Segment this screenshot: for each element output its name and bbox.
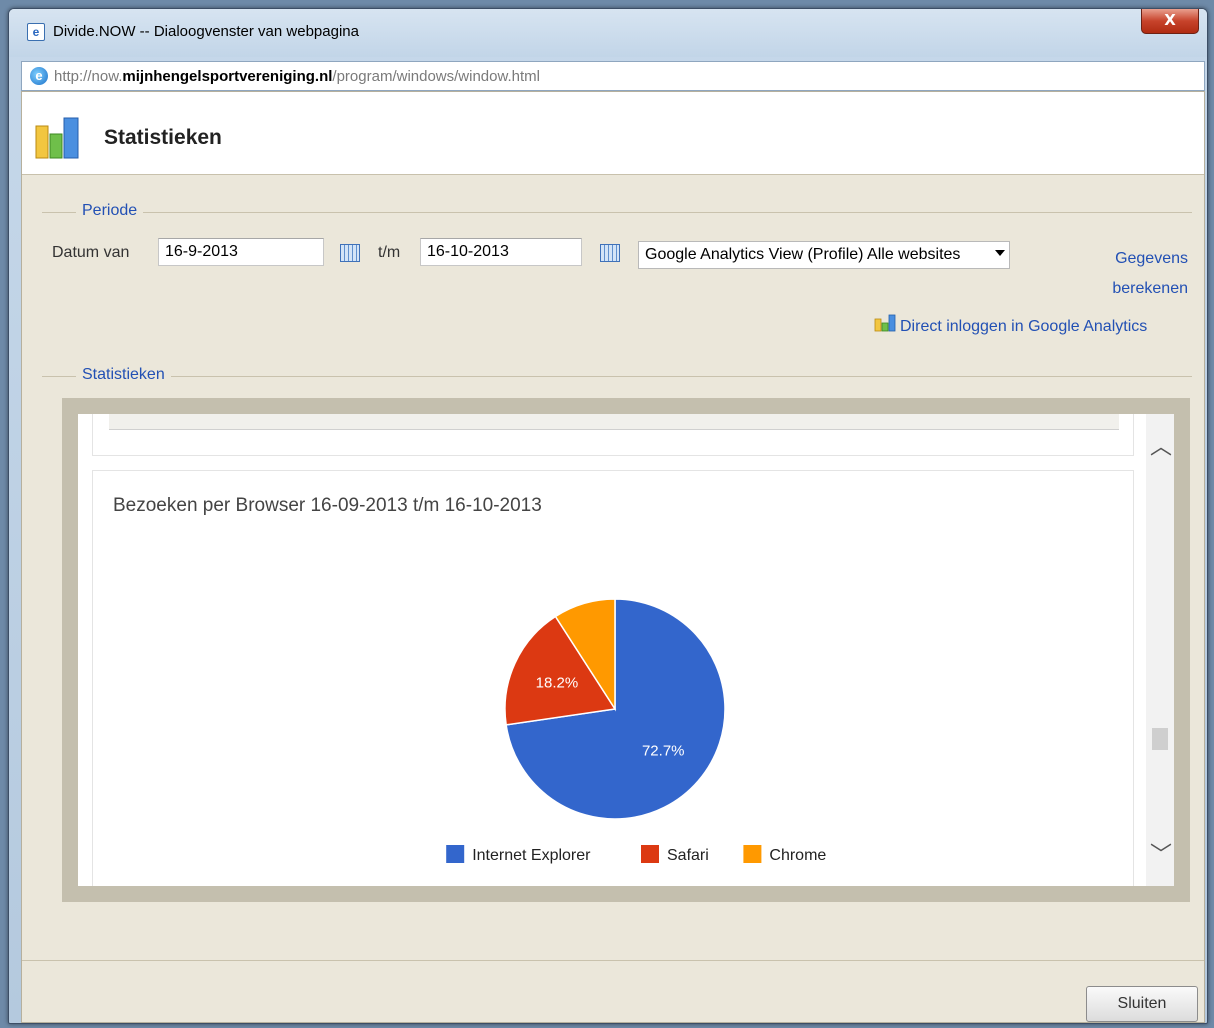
legend-item-safari[interactable]: Safari xyxy=(641,845,709,864)
ie-icon: e xyxy=(30,67,48,85)
periode-legend: Periode xyxy=(76,202,144,220)
ga-login-link[interactable]: Direct inloggen in Google Analytics xyxy=(900,318,1147,336)
page-title: Statistieken xyxy=(104,126,222,149)
calculate-data-link[interactable]: Gegevens berekenen xyxy=(1062,244,1188,304)
legend-swatch xyxy=(743,845,762,863)
legend-label: Internet Explorer xyxy=(472,847,591,864)
pie-slice-label: 72.7% xyxy=(642,743,685,760)
close-dialog-button[interactable]: Sluiten xyxy=(1086,986,1198,1022)
vertical-scrollbar[interactable]: ︿ ﹀ xyxy=(1146,414,1174,886)
date-to-input[interactable]: 16-10-2013 xyxy=(420,238,582,266)
periode-divider xyxy=(42,212,1192,213)
calendar-icon[interactable] xyxy=(600,244,620,262)
url-text: http://now.mijnhengelsportvereniging.nl/… xyxy=(54,68,541,85)
calculate-link-line2: berekenen xyxy=(1112,280,1188,297)
legend-item-internet-explorer[interactable]: Internet Explorer xyxy=(446,845,591,864)
stats-legend: Statistieken xyxy=(76,366,171,384)
window-title: Divide.NOW -- Dialoogvenster van webpagi… xyxy=(53,23,359,40)
stats-scroll-area: Bezoeken per Browser 16-09-2013 t/m 16-1… xyxy=(78,414,1174,886)
previous-chart-footer xyxy=(109,414,1119,430)
dialog-window: e Divide.NOW -- Dialoogvenster van webpa… xyxy=(8,8,1208,1024)
scroll-down-icon[interactable]: ﹀ xyxy=(1150,845,1172,867)
legend-label: Chrome xyxy=(769,847,826,864)
address-bar: e http://now.mijnhengelsportvereniging.n… xyxy=(21,61,1205,91)
profile-select[interactable]: Google Analytics View (Profile) Alle web… xyxy=(638,241,1010,269)
page-header: Statistieken xyxy=(22,92,1204,175)
legend-label: Safari xyxy=(667,847,709,864)
legend-swatch xyxy=(446,845,465,863)
chevron-down-icon xyxy=(995,250,1005,256)
previous-chart-card xyxy=(92,414,1134,456)
profile-select-value: Google Analytics View (Profile) Alle web… xyxy=(645,246,961,263)
title-bar: e Divide.NOW -- Dialoogvenster van webpa… xyxy=(9,9,1207,57)
date-from-label: Datum van xyxy=(52,244,130,261)
stats-frame: Bezoeken per Browser 16-09-2013 t/m 16-1… xyxy=(62,398,1190,902)
calendar-icon[interactable] xyxy=(340,244,360,262)
date-to-label: t/m xyxy=(378,244,401,261)
stats-divider xyxy=(42,376,1192,377)
ie-page-icon: e xyxy=(27,23,45,41)
scroll-up-icon[interactable]: ︿ xyxy=(1150,437,1172,459)
legend-item-chrome[interactable]: Chrome xyxy=(743,845,826,864)
date-from-input[interactable]: 16-9-2013 xyxy=(158,238,324,266)
dialog-content: Statistieken Periode Datum van 16-9-2013… xyxy=(21,91,1205,1023)
pie-chart: 72.7% 18.2% Internet Explorer Safari Chrome xyxy=(446,598,826,864)
analytics-icon xyxy=(874,314,896,332)
window-close-button[interactable]: X xyxy=(1141,9,1199,34)
calculate-link-line1: Gegevens xyxy=(1115,250,1188,267)
browser-chart-card: Bezoeken per Browser 16-09-2013 t/m 16-1… xyxy=(92,470,1134,886)
footer-divider xyxy=(22,960,1204,961)
statistics-icon xyxy=(35,117,79,159)
legend-swatch xyxy=(641,845,659,863)
pie-slice-label: 18.2% xyxy=(536,675,579,692)
scroll-thumb[interactable] xyxy=(1152,728,1168,750)
